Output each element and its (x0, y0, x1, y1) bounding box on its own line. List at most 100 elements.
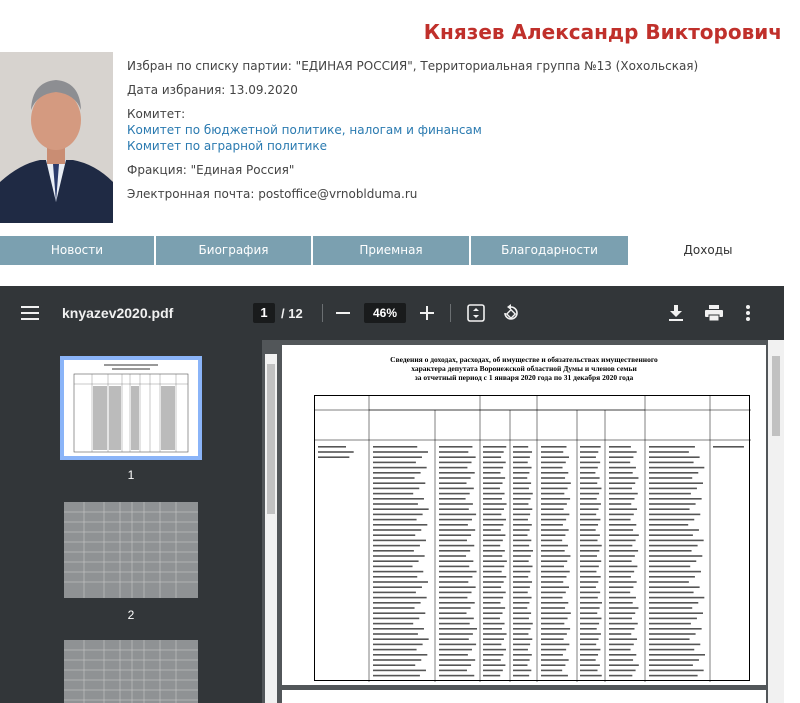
table-text-line (541, 492, 565, 495)
faction-label: Фракция: (127, 163, 187, 177)
table-text-line (580, 456, 596, 458)
pdf-toolbar: knyazev2020.pdf 1 / 12 46% (0, 286, 784, 340)
table-text-line (649, 674, 698, 677)
tab-income[interactable]: Доходы (630, 236, 786, 265)
table-text-line (439, 508, 469, 510)
page-thumbnail-1[interactable] (60, 356, 202, 460)
table-text-line (609, 607, 639, 609)
tab-gratitude[interactable]: Благодарности (471, 236, 628, 265)
table-text-line (373, 617, 420, 620)
table-text-line (483, 648, 506, 651)
table-text-line (541, 648, 567, 651)
table-text-line (513, 529, 530, 531)
email-value[interactable]: postoffice@vrnoblduma.ru (258, 187, 417, 201)
print-icon[interactable] (705, 286, 723, 340)
table-text-line (649, 669, 704, 672)
table-text-line (439, 472, 475, 474)
table-text-line (483, 466, 504, 469)
table-text-line (373, 659, 422, 661)
rotate-icon[interactable] (502, 286, 520, 340)
table-text-line (541, 560, 568, 562)
tab-reception[interactable]: Приемная (313, 236, 469, 265)
table-text-line (439, 550, 471, 552)
table-text-line (483, 581, 504, 583)
table-text-line (609, 622, 638, 625)
table-text-line (513, 576, 529, 578)
table-text-line (541, 498, 571, 500)
table-text-line (541, 633, 567, 635)
tab-news[interactable]: Новости (0, 236, 154, 265)
page-thumbnail-2[interactable] (64, 502, 198, 598)
sidebar-scrollbar[interactable] (265, 354, 277, 703)
table-text-line (373, 472, 421, 474)
table-text-line (649, 565, 691, 568)
tab-biography[interactable]: Биография (156, 236, 311, 265)
table-text-line (439, 643, 477, 646)
table-text-line (439, 534, 472, 536)
table-text-line (513, 539, 532, 542)
table-text-line (580, 446, 601, 448)
table-text-line (373, 622, 414, 625)
table-text-line (373, 456, 422, 458)
table-text-line (318, 446, 346, 448)
download-icon[interactable] (668, 286, 684, 340)
committee-link-agrarian[interactable]: Комитет по аграрной политике (127, 138, 698, 154)
table-text-line (580, 654, 599, 656)
table-text-line (483, 539, 503, 542)
table-text-line (439, 669, 467, 672)
table-text-line (609, 659, 634, 661)
table-text-line (649, 617, 697, 620)
table-text-line (609, 534, 639, 536)
table-text-line (580, 576, 601, 578)
table-text-line (541, 472, 569, 474)
table-text-line (513, 534, 528, 536)
table-text-line (373, 518, 417, 521)
table-text-line (541, 596, 563, 599)
table-text-line (609, 581, 637, 583)
income-table (314, 395, 751, 682)
menu-icon[interactable] (21, 286, 39, 340)
table-text-line (541, 628, 571, 630)
plus-icon[interactable] (420, 286, 434, 340)
more-vert-icon[interactable] (746, 286, 750, 340)
zoom-level-input[interactable]: 46% (364, 303, 406, 323)
table-text-line (541, 508, 564, 510)
table-text-line (483, 664, 506, 666)
pdf-page-2 (282, 690, 766, 703)
main-scroll-thumb[interactable] (772, 356, 780, 436)
table-text-line (609, 654, 637, 656)
table-text-line (580, 633, 601, 635)
table-text-line (649, 612, 703, 614)
table-text-line (609, 503, 632, 505)
table-text-line (483, 555, 503, 557)
page-thumbnail-3[interactable] (64, 640, 198, 703)
table-text-line (609, 544, 633, 547)
table-text-line (609, 524, 637, 526)
table-text-line (580, 622, 600, 625)
table-text-line (580, 586, 596, 588)
table-text-line (513, 570, 531, 573)
sidebar-scroll-thumb[interactable] (267, 364, 275, 514)
table-text-line (649, 518, 695, 521)
minus-icon[interactable] (336, 286, 350, 340)
table-text-line (580, 451, 599, 453)
committee-link-budget[interactable]: Комитет по бюджетной политике, налогам и… (127, 122, 698, 138)
table-text-line (609, 674, 633, 677)
fit-page-icon[interactable] (467, 286, 485, 340)
table-text-line (373, 482, 426, 484)
page-number-input[interactable]: 1 (253, 303, 275, 323)
table-text-line (439, 628, 477, 630)
table-text-line (649, 487, 697, 490)
table-text-line (609, 602, 633, 604)
table-text-line (580, 648, 601, 651)
table-text-line (373, 446, 418, 448)
table-text-line (439, 576, 473, 578)
table-text-line (513, 550, 533, 552)
table-text-line (580, 477, 600, 479)
table-text-line (580, 498, 597, 500)
table-text-line (439, 596, 468, 599)
table-text-line (649, 648, 695, 651)
table-text-line (439, 524, 468, 526)
main-scrollbar[interactable] (768, 340, 784, 703)
table-text-line (541, 654, 563, 656)
